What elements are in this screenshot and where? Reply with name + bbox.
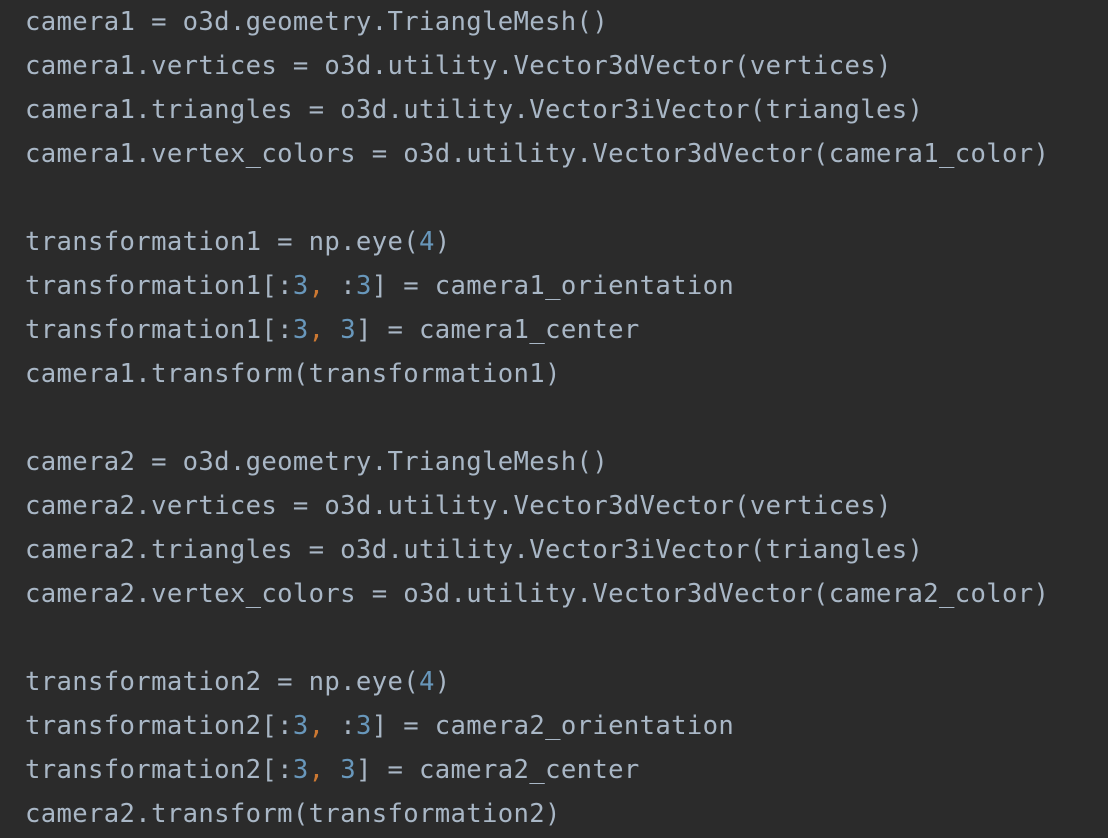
- code-token: camera2.vertices = o3d.utility.Vector3dV…: [25, 491, 892, 521]
- code-line[interactable]: [25, 616, 1108, 660]
- code-line[interactable]: [25, 176, 1108, 220]
- number-literal: 4: [418, 667, 435, 697]
- code-token: ] = camera1_orientation: [371, 271, 735, 301]
- code-line[interactable]: camera2.transform(transformation2): [25, 792, 1108, 836]
- code-line[interactable]: camera2.vertices = o3d.utility.Vector3dV…: [25, 484, 1108, 528]
- comma-token: ,: [308, 315, 325, 345]
- code-line[interactable]: transformation2[:3, :3] = camera2_orient…: [25, 704, 1108, 748]
- code-token: transformation2[:: [25, 711, 293, 741]
- code-token: :: [324, 271, 356, 301]
- comma-token: ,: [308, 711, 325, 741]
- code-line[interactable]: transformation1[:3, 3] = camera1_center: [25, 308, 1108, 352]
- comma-token: ,: [308, 755, 325, 785]
- code-token: camera1.vertices = o3d.utility.Vector3dV…: [25, 51, 892, 81]
- code-line[interactable]: camera1.triangles = o3d.utility.Vector3i…: [25, 88, 1108, 132]
- number-literal: 3: [292, 711, 309, 741]
- code-line[interactable]: camera2 = o3d.geometry.TriangleMesh(): [25, 440, 1108, 484]
- code-token: camera2.transform(transformation2): [25, 799, 561, 829]
- code-token: ] = camera2_center: [355, 755, 640, 785]
- code-token: camera2 = o3d.geometry.TriangleMesh(): [25, 447, 609, 477]
- code-line[interactable]: transformation1[:3, :3] = camera1_orient…: [25, 264, 1108, 308]
- number-literal: 4: [418, 227, 435, 257]
- number-literal: 3: [355, 271, 372, 301]
- code-line[interactable]: camera1.vertex_colors = o3d.utility.Vect…: [25, 132, 1108, 176]
- code-line[interactable]: camera1 = o3d.geometry.TriangleMesh(): [25, 0, 1108, 44]
- code-token: camera1.triangles = o3d.utility.Vector3i…: [25, 95, 924, 125]
- code-line[interactable]: transformation2[:3, 3] = camera2_center: [25, 748, 1108, 792]
- code-token: transformation2 = np.eye(: [25, 667, 419, 697]
- comma-token: ,: [308, 271, 325, 301]
- code-token: ): [434, 667, 451, 697]
- code-line[interactable]: transformation2 = np.eye(4): [25, 660, 1108, 704]
- code-token: ): [434, 227, 451, 257]
- code-line[interactable]: camera1.transform(transformation1): [25, 352, 1108, 396]
- code-token: transformation1[:: [25, 315, 293, 345]
- code-token: camera2.triangles = o3d.utility.Vector3i…: [25, 535, 924, 565]
- number-literal: 3: [340, 315, 356, 345]
- code-editor[interactable]: camera1 = o3d.geometry.TriangleMesh() cam…: [0, 0, 1108, 838]
- code-token: camera1.vertex_colors = o3d.utility.Vect…: [25, 139, 1050, 169]
- code-token: :: [324, 711, 356, 741]
- number-literal: 3: [355, 711, 372, 741]
- code-token: ] = camera2_orientation: [371, 711, 735, 741]
- number-literal: 3: [292, 271, 309, 301]
- code-line[interactable]: camera2.triangles = o3d.utility.Vector3i…: [25, 528, 1108, 572]
- number-literal: 3: [292, 755, 309, 785]
- code-token: transformation1 = np.eye(: [25, 227, 419, 257]
- code-token: camera2.vertex_colors = o3d.utility.Vect…: [25, 579, 1050, 609]
- number-literal: 3: [340, 755, 356, 785]
- code-token: camera1.transform(transformation1): [25, 359, 561, 389]
- number-literal: 3: [292, 315, 309, 345]
- code-token: camera1 = o3d.geometry.TriangleMesh(): [25, 7, 609, 37]
- code-token: transformation2[:: [25, 755, 293, 785]
- code-token: ] = camera1_center: [355, 315, 640, 345]
- code-line[interactable]: camera1.vertices = o3d.utility.Vector3dV…: [25, 44, 1108, 88]
- code-token: transformation1[:: [25, 271, 293, 301]
- code-line[interactable]: transformation1 = np.eye(4): [25, 220, 1108, 264]
- code-line[interactable]: camera2.vertex_colors = o3d.utility.Vect…: [25, 572, 1108, 616]
- code-line[interactable]: [25, 396, 1108, 440]
